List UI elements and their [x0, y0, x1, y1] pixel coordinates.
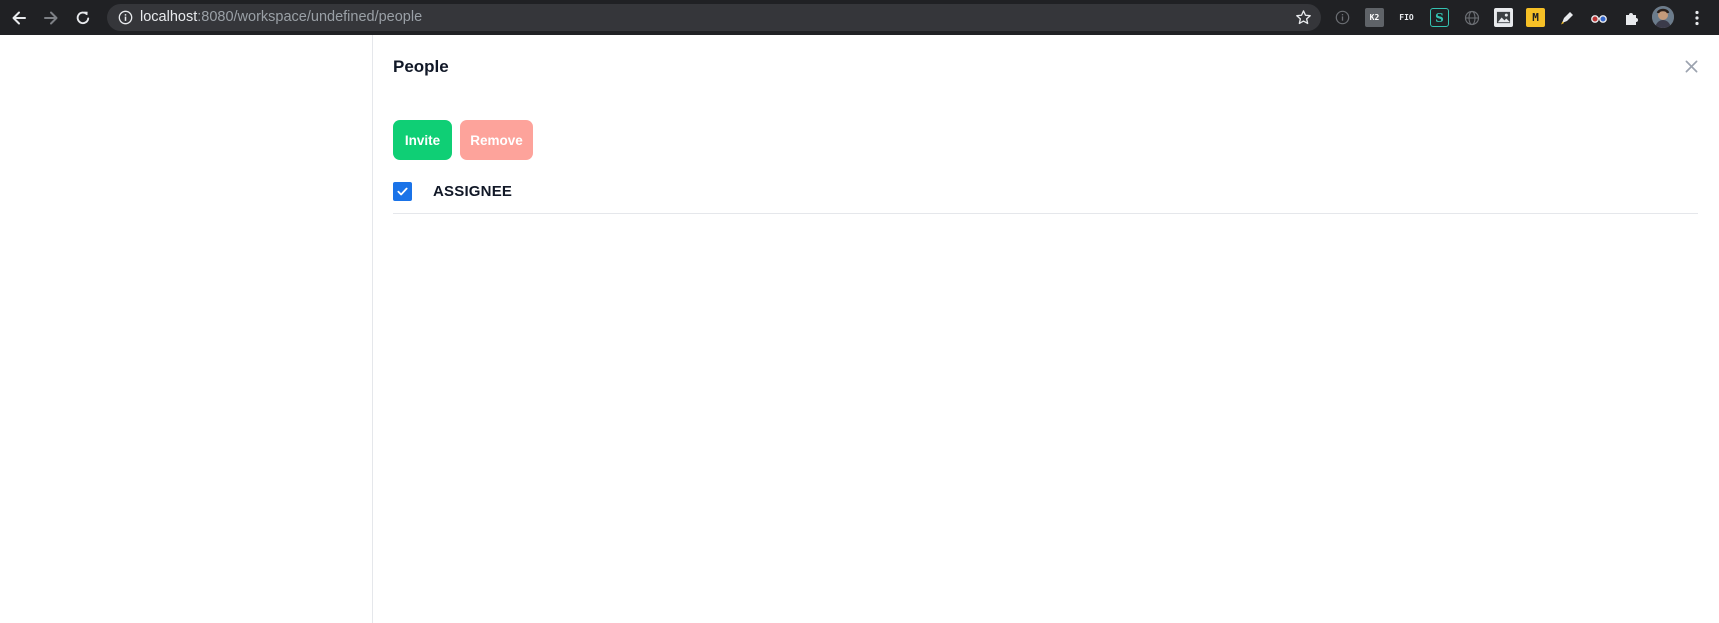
ext-m-label: M [1532, 11, 1539, 24]
bookmark-star-icon[interactable] [1294, 8, 1313, 27]
reload-icon [76, 11, 90, 25]
ext-glasses-icon[interactable] [1589, 8, 1608, 27]
assignee-column-header: ASSIGNEE [433, 183, 513, 200]
site-info-icon[interactable] [117, 9, 133, 25]
ext-fio-label: FIO [1399, 13, 1414, 22]
page-title: People [393, 57, 449, 76]
people-panel: People Invite Remove ASSIGNEE [373, 35, 1719, 623]
ext-image-icon[interactable] [1494, 8, 1513, 27]
profile-avatar[interactable] [1652, 6, 1674, 28]
ext-globe-icon[interactable] [1462, 8, 1481, 27]
left-pane [0, 35, 373, 623]
browser-toolbar: localhost:8080/workspace/undefined/peopl… [0, 0, 1719, 35]
checkmark-icon [397, 187, 408, 196]
ext-fio-icon[interactable]: FIO [1397, 8, 1416, 27]
browser-menu-icon[interactable] [1687, 8, 1706, 27]
ext-m-icon[interactable]: M [1526, 8, 1545, 27]
list-header: ASSIGNEE [393, 182, 1698, 214]
remove-button[interactable]: Remove [460, 120, 533, 160]
invite-button[interactable]: Invite [393, 120, 452, 160]
url-text: localhost:8080/workspace/undefined/peopl… [140, 4, 422, 31]
forward-button[interactable] [39, 6, 63, 30]
back-button[interactable] [7, 6, 31, 30]
forward-arrow-icon [44, 11, 58, 25]
ext-k2-icon[interactable]: K2 [1365, 8, 1384, 27]
ext-k2-label: K2 [1369, 13, 1380, 22]
url-path: :8080/workspace/undefined/people [197, 9, 423, 25]
ext-info-icon[interactable] [1333, 8, 1352, 27]
select-all-checkbox[interactable] [393, 182, 412, 201]
ext-s-icon[interactable]: S [1430, 8, 1449, 27]
ext-pen-icon[interactable] [1557, 8, 1576, 27]
address-bar[interactable]: localhost:8080/workspace/undefined/peopl… [107, 4, 1321, 31]
close-button[interactable] [1682, 57, 1700, 75]
extensions-puzzle-icon[interactable] [1621, 8, 1640, 27]
reload-button[interactable] [71, 6, 95, 30]
back-arrow-icon [12, 11, 26, 25]
close-icon [1685, 60, 1697, 72]
ext-s-label: S [1435, 10, 1444, 25]
url-host: localhost [140, 9, 198, 25]
